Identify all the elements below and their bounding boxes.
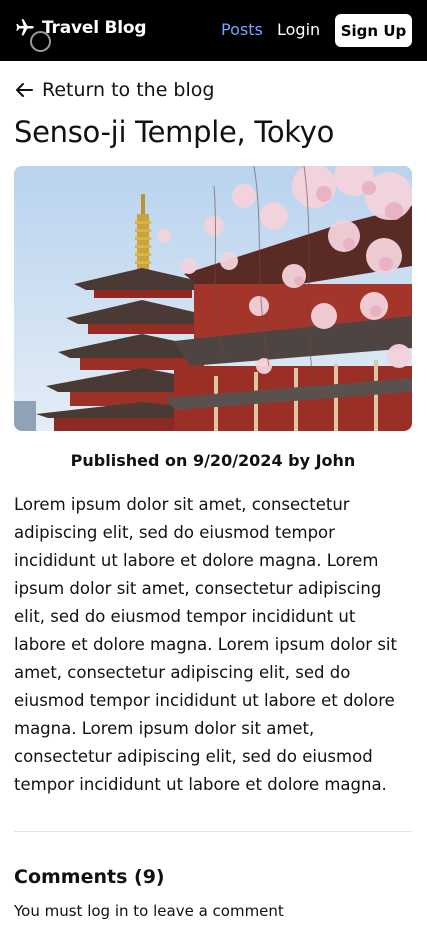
top-navbar: Travel Blog Posts Login Sign Up: [0, 0, 427, 61]
mouse-cursor-indicator: [30, 31, 51, 52]
post-title: Senso-ji Temple, Tokyo: [14, 115, 335, 149]
section-divider: [14, 831, 412, 832]
return-to-blog-link[interactable]: Return to the blog: [14, 79, 214, 101]
nav-link-login[interactable]: Login: [277, 20, 320, 39]
comments-heading: Comments (9): [14, 866, 165, 888]
temple-photo: [14, 166, 412, 431]
nav-link-posts[interactable]: Posts: [221, 20, 263, 39]
publish-info: Published on 9/20/2024 by John: [70, 451, 356, 470]
comments-login-note: You must log in to leave a comment: [14, 902, 284, 920]
post-body: Lorem ipsum dolor sit amet, consectetur …: [14, 495, 397, 794]
return-to-blog-label: Return to the blog: [42, 79, 215, 101]
post-hero-image: [14, 166, 412, 431]
brand-name: Travel Blog: [42, 18, 147, 38]
arrow-left-icon: [16, 83, 33, 97]
sign-up-button[interactable]: Sign Up: [335, 14, 412, 47]
